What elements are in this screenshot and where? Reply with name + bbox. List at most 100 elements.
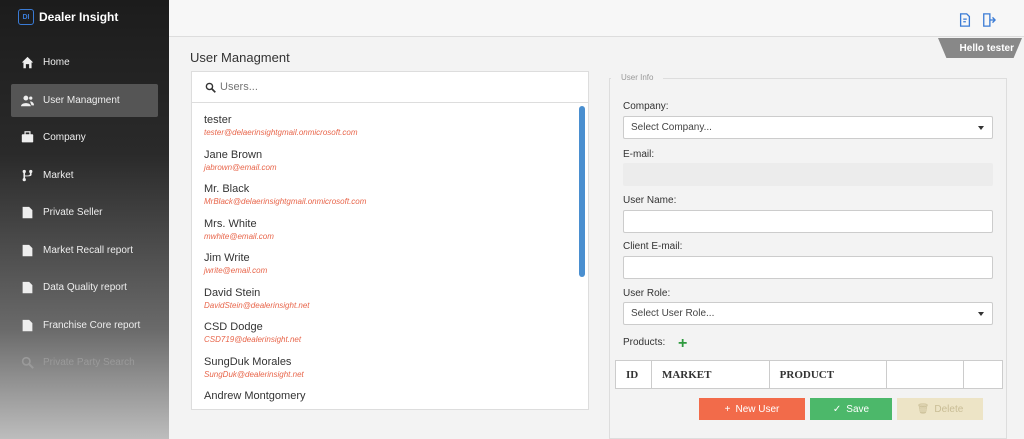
email-field <box>623 163 993 186</box>
table-header-row: ID MARKET PRODUCT <box>615 360 1003 389</box>
user-list-scrollbar[interactable] <box>579 106 585 277</box>
sidebar-item-user-managment[interactable]: User Managment <box>11 83 158 117</box>
company-select-value: Select Company... <box>631 122 712 133</box>
sidebar: DI Dealer Insight Home User Managment Co… <box>0 0 169 439</box>
edit-icon[interactable] <box>958 13 972 27</box>
company-select[interactable]: Select Company... <box>623 116 993 139</box>
user-search <box>192 72 588 103</box>
list-item[interactable]: Andrew Montgomery <box>204 389 588 409</box>
list-item[interactable]: tester tester@delaerinsightgmail.onmicro… <box>204 113 588 148</box>
user-email: tester@delaerinsightgmail.onmicrosoft.co… <box>204 128 358 137</box>
sidebar-item-label: Private Party Search <box>43 357 135 368</box>
user-role-select-value: Select User Role... <box>631 308 715 319</box>
user-name: Jane Brown <box>204 148 263 161</box>
user-search-input[interactable] <box>220 81 520 93</box>
trash-icon: 🗑 <box>916 403 930 415</box>
brand-logo: DI <box>18 9 34 25</box>
sidebar-item-market-recall-report[interactable]: Market Recall report <box>11 234 158 267</box>
user-name: Jim Write <box>204 252 250 264</box>
chevron-down-icon <box>978 126 984 130</box>
sidebar-item-private-seller[interactable]: Private Seller <box>11 196 158 229</box>
check-icon: ✓ <box>832 403 842 415</box>
report-icon <box>20 281 34 295</box>
sidebar-item-home[interactable]: Home <box>11 46 158 79</box>
sidebar-item-data-quality-report[interactable]: Data Quality report <box>11 271 158 304</box>
products-label: Products: <box>623 337 666 348</box>
username-field[interactable] <box>623 210 993 233</box>
client-email-field[interactable] <box>623 256 993 279</box>
users-icon <box>20 93 34 107</box>
sidebar-item-company[interactable]: Company <box>11 121 158 154</box>
chevron-down-icon <box>978 312 984 316</box>
save-button[interactable]: ✓ Save <box>810 398 892 420</box>
greeting-badge[interactable]: Hello tester <box>938 38 1022 58</box>
user-list: tester tester@delaerinsightgmail.onmicro… <box>192 103 588 409</box>
user-email: mwhite@email.com <box>204 231 274 241</box>
table-header-id[interactable]: ID <box>615 360 652 389</box>
user-name: CSD Dodge <box>204 321 263 333</box>
add-product-icon[interactable]: + <box>678 336 687 352</box>
sidebar-item-label: Company <box>43 132 86 143</box>
sidebar-item-franchise-core-report[interactable]: Franchise Core report <box>11 309 158 342</box>
branch-icon <box>20 168 34 182</box>
briefcase-icon <box>20 131 34 145</box>
user-name: David Stein <box>204 286 261 299</box>
sidebar-item-private-party-search[interactable]: Private Party Search <box>11 346 158 379</box>
new-user-button[interactable]: + New User <box>699 398 805 420</box>
list-item[interactable]: Mr. Black MrBlack@delaerinsightgmail.onm… <box>204 182 588 217</box>
user-email: jwrite@email.com <box>204 266 268 275</box>
table-header-market[interactable]: MARKET <box>650 360 770 389</box>
list-item[interactable]: David Stein DavidStein@dealerinsight.net <box>204 286 588 321</box>
page-title: User Managment <box>190 50 290 65</box>
sidebar-item-label: Home <box>43 57 70 68</box>
report-icon <box>20 243 34 257</box>
company-label: Company: <box>623 101 669 112</box>
list-item[interactable]: CSD Dodge CSD719@dealerinsight.net <box>204 320 588 355</box>
top-bar <box>169 0 1024 37</box>
user-role-select[interactable]: Select User Role... <box>623 302 993 325</box>
user-role-label: User Role: <box>623 288 671 299</box>
new-user-label: New User <box>735 403 780 415</box>
sidebar-item-label: Market Recall report <box>43 244 134 256</box>
user-email: CSD719@dealerinsight.net <box>204 335 302 344</box>
logout-icon[interactable] <box>982 13 996 27</box>
products-table: ID MARKET PRODUCT <box>615 360 1003 389</box>
top-icons <box>958 13 996 27</box>
brand[interactable]: DI Dealer Insight <box>0 0 169 34</box>
sidebar-item-label: Private Seller <box>43 207 103 218</box>
plus-icon: + <box>724 403 731 415</box>
save-label: Save <box>846 403 870 415</box>
table-header-empty <box>963 360 1003 389</box>
sidebar-item-label: Data Quality report <box>43 282 127 293</box>
app-title: Dealer Insight <box>39 10 119 24</box>
sidebar-item-label: Franchise Core report <box>43 319 141 331</box>
search-icon <box>20 356 34 370</box>
sidebar-item-label: User Managment <box>43 94 120 106</box>
user-name: SungDuk Morales <box>204 355 292 368</box>
username-label: User Name: <box>623 195 677 206</box>
user-name: tester <box>204 114 232 126</box>
email-label: E-mail: <box>623 149 655 160</box>
user-email: jabrown@email.com <box>204 162 277 172</box>
user-name: Andrew Montgomery <box>204 390 306 402</box>
delete-button[interactable]: 🗑 Delete <box>897 398 983 420</box>
table-header-empty <box>886 360 965 389</box>
user-name: Mr. Black <box>204 183 250 195</box>
list-item[interactable]: Mrs. White mwhite@email.com <box>204 217 588 252</box>
user-email: MrBlack@delaerinsightgmail.onmicrosoft.c… <box>204 197 367 206</box>
list-item[interactable]: Jim Write jwrite@email.com <box>204 251 588 286</box>
users-panel: tester tester@delaerinsightgmail.onmicro… <box>191 71 589 410</box>
table-header-product[interactable]: PRODUCT <box>768 360 888 389</box>
home-icon <box>20 56 34 70</box>
sidebar-item-market[interactable]: Market <box>11 159 158 192</box>
user-email: SungDuk@dealerinsight.net <box>204 369 304 379</box>
report-icon <box>20 318 34 332</box>
user-email: DavidStein@dealerinsight.net <box>204 300 310 310</box>
client-email-label: Client E-mail: <box>623 241 683 252</box>
sidebar-nav: Home User Managment Company Market Priva… <box>0 46 169 379</box>
list-item[interactable]: SungDuk Morales SungDuk@dealerinsight.ne… <box>204 355 588 390</box>
sidebar-item-label: Market <box>43 169 74 181</box>
user-name: Mrs. White <box>204 217 257 230</box>
list-item[interactable]: Jane Brown jabrown@email.com <box>204 148 588 183</box>
document-icon <box>20 206 34 220</box>
